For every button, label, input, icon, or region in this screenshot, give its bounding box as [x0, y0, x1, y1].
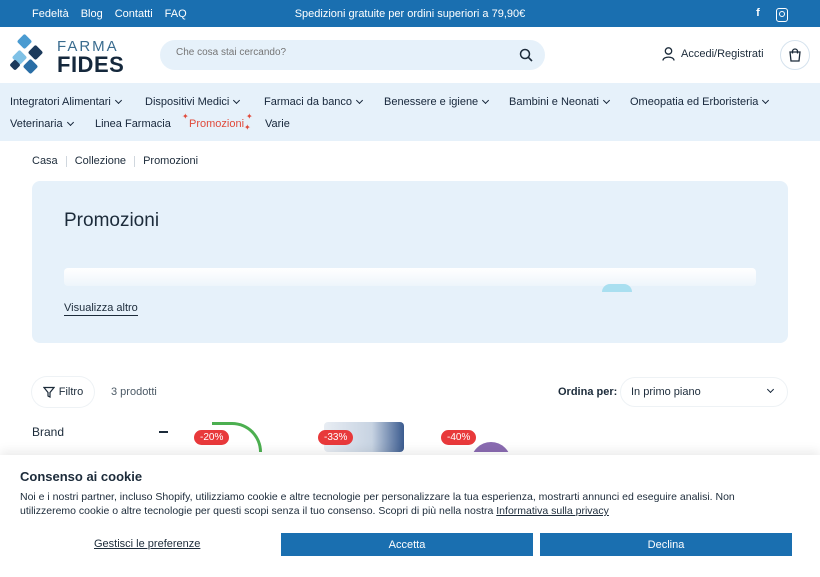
- chevron-down-icon: [233, 96, 241, 105]
- nav-bambini[interactable]: Bambini e Neonati: [509, 96, 610, 108]
- breadcrumb: Casa Collezione Promozioni: [32, 155, 198, 167]
- nav-integratori[interactable]: Integratori Alimentari: [10, 96, 122, 108]
- chevron-down-icon: [356, 96, 364, 105]
- nav-label: Promozioni: [189, 118, 245, 130]
- instagram-icon[interactable]: [776, 6, 788, 22]
- search-icon[interactable]: [519, 48, 533, 62]
- chevron-down-icon: [66, 118, 74, 127]
- social-links: f: [752, 6, 788, 22]
- nav-farmaci[interactable]: Farmaci da banco: [264, 96, 364, 108]
- user-icon: [662, 47, 675, 61]
- breadcrumb-current: Promozioni: [143, 155, 199, 167]
- product-count: 3 prodotti: [111, 386, 157, 398]
- shipping-promo: Spedizioni gratuite per ordini superiori…: [294, 8, 526, 20]
- nav-omeopatia[interactable]: Omeopatia ed Erboristeria: [630, 96, 770, 108]
- filter-bar: Filtro 3 prodotti Ordina per: In primo p…: [32, 377, 788, 407]
- filter-label: Filtro: [58, 386, 84, 398]
- sparkle-icon: ✦: [246, 112, 253, 121]
- nav-dispositivi[interactable]: Dispositivi Medici: [145, 96, 241, 108]
- chevron-down-icon: [114, 96, 122, 105]
- page-title: Promozioni: [64, 210, 160, 231]
- chevron-down-icon: [482, 96, 490, 105]
- nav-benessere[interactable]: Benessere e igiene: [384, 96, 490, 108]
- product-image: [471, 442, 511, 452]
- filter-button[interactable]: Filtro: [32, 377, 94, 407]
- nav-varie[interactable]: Varie: [265, 118, 290, 130]
- nav-veterinaria[interactable]: Veterinaria: [10, 118, 74, 130]
- collection-hero: Promozioni Visualizza altro: [32, 181, 788, 343]
- logo-text-bottom: FIDES: [57, 52, 125, 77]
- sparkle-icon: ✦: [182, 112, 189, 121]
- decorative-shape: [602, 284, 632, 292]
- nav-promozioni[interactable]: Promozioni: [189, 118, 244, 130]
- cookie-banner: Consenso ai cookie Noi e i nostri partne…: [0, 455, 820, 577]
- collapse-icon[interactable]: [159, 431, 168, 433]
- nav-label: Bambini e Neonati: [509, 96, 599, 108]
- privacy-policy-link[interactable]: Informativa sulla privacy: [496, 505, 609, 517]
- discount-badge: -33%: [318, 430, 354, 445]
- chevron-down-icon: [602, 96, 610, 105]
- manage-preferences-link[interactable]: Gestisci le preferenze: [94, 538, 200, 550]
- sort-value: In primo piano: [631, 386, 701, 398]
- account-link[interactable]: Accedi/Registrati: [662, 47, 764, 61]
- search-bar[interactable]: [160, 40, 545, 70]
- breadcrumb-collection[interactable]: Collezione: [75, 155, 126, 167]
- discount-badge: -20%: [194, 430, 230, 445]
- top-bar: Fedeltà Blog Contatti FAQ Spedizioni gra…: [0, 0, 820, 27]
- logo-mark-icon: [10, 34, 43, 74]
- nav-label: Veterinaria: [10, 118, 63, 130]
- shopping-bag-icon: [789, 48, 801, 62]
- brand-label: Brand: [32, 425, 65, 439]
- show-more-link[interactable]: Visualizza altro: [64, 302, 138, 316]
- cart-button[interactable]: [780, 40, 810, 70]
- nav-label: Linea Farmacia: [95, 118, 171, 130]
- product-card[interactable]: -33%: [318, 422, 428, 452]
- cookie-body: Noi e i nostri partner, incluso Shopify,…: [20, 491, 735, 517]
- site-header: FARMA FIDES Accedi/Registrati: [0, 27, 820, 83]
- product-card[interactable]: -20%: [194, 422, 304, 452]
- facebook-icon[interactable]: f: [752, 6, 764, 20]
- filter-icon: [42, 386, 55, 398]
- cookie-text: Noi e i nostri partner, incluso Shopify,…: [20, 490, 790, 518]
- collection-description: [64, 268, 756, 286]
- nav-label: Dispositivi Medici: [145, 96, 230, 108]
- nav-label: Omeopatia ed Erboristeria: [630, 96, 759, 108]
- sort-label: Ordina per:: [558, 386, 618, 398]
- site-logo[interactable]: FARMA FIDES: [10, 34, 130, 78]
- discount-badge: -40%: [441, 430, 477, 445]
- decline-button[interactable]: Declina: [540, 533, 792, 556]
- account-label: Accedi/Registrati: [681, 48, 764, 60]
- nav-label: Integratori Alimentari: [10, 96, 111, 108]
- breadcrumb-home[interactable]: Casa: [32, 155, 58, 167]
- nav-label: Benessere e igiene: [384, 96, 479, 108]
- search-input[interactable]: [176, 47, 496, 58]
- brand-filter-header[interactable]: Brand: [32, 425, 168, 439]
- nav-linea-farmacia[interactable]: Linea Farmacia: [95, 118, 171, 130]
- chevron-down-icon: [762, 96, 770, 105]
- chevron-down-icon: [766, 385, 775, 394]
- sparkle-icon: ✦: [244, 123, 251, 132]
- product-card[interactable]: -40%: [441, 422, 551, 452]
- nav-label: Varie: [265, 118, 290, 130]
- sort-select[interactable]: In primo piano: [620, 377, 788, 407]
- main-navigation: Integratori Alimentari Dispositivi Medic…: [0, 83, 820, 141]
- breadcrumb-separator: [134, 156, 136, 167]
- nav-label: Farmaci da banco: [264, 96, 353, 108]
- breadcrumb-separator: [65, 156, 67, 167]
- cookie-title: Consenso ai cookie: [20, 469, 143, 484]
- accept-button[interactable]: Accetta: [281, 533, 533, 556]
